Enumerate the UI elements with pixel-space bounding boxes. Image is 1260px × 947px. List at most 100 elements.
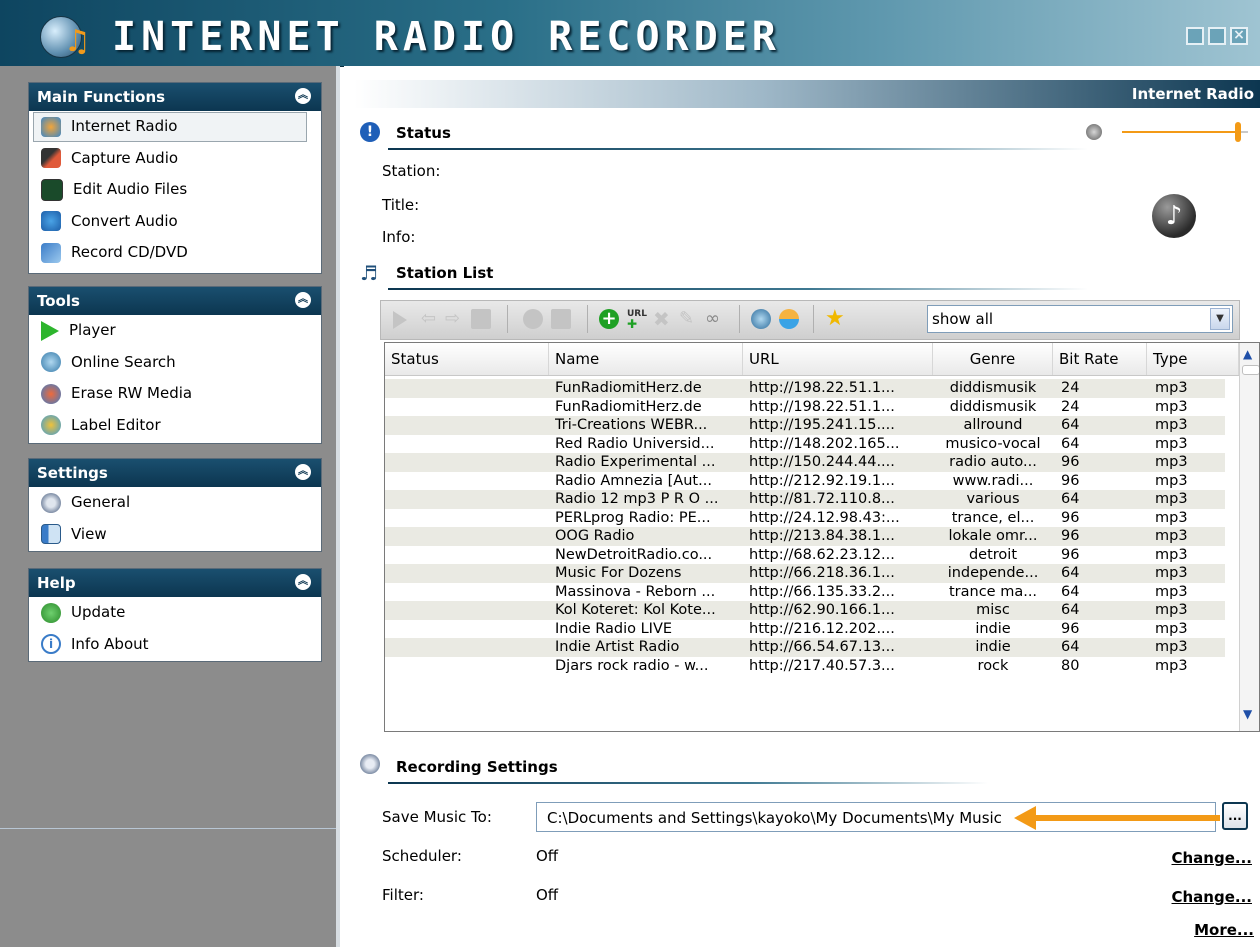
back-arrow-icon[interactable]: ⇦ — [421, 309, 441, 329]
vertical-scrollbar[interactable]: ▲ ▼ — [1239, 343, 1259, 731]
cell-bit-rate: 80 — [1061, 657, 1080, 674]
cell-type: mp3 — [1155, 565, 1188, 581]
status-section-title: Status — [396, 124, 451, 142]
sidebar-item-label: Edit Audio Files — [73, 180, 188, 198]
link-icon[interactable]: ∞ — [705, 309, 725, 329]
add-url-icon[interactable]: URL ✚ — [627, 309, 647, 330]
scheduler-value: Off — [536, 847, 559, 865]
table-row[interactable]: Radio Amnezia [Aut... http://212.92.19.1.… — [385, 472, 1225, 491]
sidebar-item-convert-audio[interactable]: Convert Audio — [29, 206, 321, 238]
table-row[interactable]: Massinova - Reborn ... http://66.135.33.2… — [385, 583, 1225, 602]
cell-genre: lokale omr... — [948, 528, 1038, 544]
panel-header-main-functions[interactable]: Main Functions ︽ — [29, 83, 321, 111]
station-label: Station: — [382, 162, 441, 180]
column-header-bit-rate[interactable]: Bit Rate — [1053, 343, 1147, 375]
sidebar-item-view[interactable]: View — [29, 519, 321, 551]
volume-slider-thumb[interactable] — [1234, 122, 1241, 142]
delete-icon[interactable]: ✖ — [653, 309, 673, 329]
minimize-button[interactable] — [1186, 27, 1204, 45]
panel-header-tools[interactable]: Tools ︽ — [29, 287, 321, 315]
browse-button[interactable]: ... — [1222, 802, 1248, 830]
add-station-icon[interactable]: + — [599, 309, 619, 329]
sidebar-item-record-cd-dvd[interactable]: Record CD/DVD — [29, 237, 321, 269]
play-icon[interactable] — [393, 311, 407, 329]
collapse-chevron-icon[interactable]: ︽ — [295, 88, 311, 104]
sidebar-item-internet-radio[interactable]: Internet Radio — [29, 111, 321, 143]
table-row[interactable]: Indie Radio LIVE http://216.12.202.... ind… — [385, 620, 1225, 639]
column-header-url[interactable]: URL — [743, 343, 933, 375]
toolbar-separator — [507, 305, 508, 333]
favorite-star-icon[interactable]: ★ — [825, 308, 845, 330]
sidebar-item-info-about[interactable]: i Info About — [29, 629, 321, 661]
stop-icon[interactable] — [471, 309, 491, 329]
web-search-icon[interactable] — [751, 309, 771, 329]
info-icon: i — [41, 634, 61, 654]
table-row[interactable]: PERLprog Radio: PE... http://24.12.98.43:… — [385, 509, 1225, 528]
volume-slider[interactable] — [1122, 122, 1248, 142]
gear-icon — [360, 754, 380, 774]
column-header-status[interactable]: Status — [385, 343, 549, 375]
scroll-up-icon[interactable]: ▲ — [1243, 347, 1252, 361]
scroll-down-icon[interactable]: ▼ — [1243, 707, 1252, 721]
music-note-icon[interactable]: ♪ — [1152, 194, 1196, 238]
cell-name: FunRadiomitHerz.de — [555, 398, 702, 415]
cell-url: http://81.72.110.8... — [749, 491, 895, 507]
cell-type: mp3 — [1155, 657, 1188, 674]
scrollbar-thumb[interactable] — [1242, 365, 1259, 375]
sidebar-item-online-search[interactable]: Online Search — [29, 347, 321, 379]
table-row[interactable]: Tri-Creations WEBR... http://195.241.15..… — [385, 416, 1225, 435]
table-row[interactable]: FunRadiomitHerz.de http://198.22.51.1... d… — [385, 398, 1225, 417]
filter-change-link[interactable]: Change... — [1172, 888, 1253, 906]
cell-genre: rock — [977, 657, 1009, 674]
sidebar-item-player[interactable]: Player — [29, 315, 321, 347]
sidebar-item-label: Player — [69, 321, 116, 339]
label-editor-icon — [41, 415, 61, 435]
panel-title: Tools — [37, 292, 80, 310]
sidebar-item-update[interactable]: Update — [29, 597, 321, 629]
panel-header-help[interactable]: Help ︽ — [29, 569, 321, 597]
sidebar-item-edit-audio-files[interactable]: Edit Audio Files — [29, 174, 321, 206]
table-row[interactable]: Radio 12 mp3 P R O ... http://81.72.110.8… — [385, 490, 1225, 509]
sidebar-item-erase-rw-media[interactable]: Erase RW Media — [29, 378, 321, 410]
table-row[interactable]: Radio Experimental ... http://150.244.44.… — [385, 453, 1225, 472]
table-row[interactable]: OOG Radio http://213.84.38.1... lokale omr… — [385, 527, 1225, 546]
cell-name: Kol Koteret: Kol Kote... — [555, 602, 716, 618]
collapse-chevron-icon[interactable]: ︽ — [295, 574, 311, 590]
table-row[interactable]: Red Radio Universid... http://148.202.165… — [385, 435, 1225, 454]
table-row[interactable]: Djars rock radio - w... http://217.40.57.… — [385, 657, 1225, 676]
scheduler-change-link[interactable]: Change... — [1172, 849, 1253, 867]
table-row[interactable]: Indie Artist Radio http://66.54.67.13... i… — [385, 638, 1225, 657]
station-filter-select[interactable]: show all ▼ — [927, 305, 1233, 333]
cell-url: http://198.22.51.1... — [749, 398, 895, 415]
table-row[interactable]: Kol Koteret: Kol Kote... http://62.90.166… — [385, 601, 1225, 620]
table-row[interactable]: NewDetroitRadio.co... http://68.62.23.12.… — [385, 546, 1225, 565]
collapse-chevron-icon[interactable]: ︽ — [295, 292, 311, 308]
pause-icon[interactable] — [551, 309, 571, 329]
column-header-genre[interactable]: Genre — [933, 343, 1053, 375]
sidebar-item-label-editor[interactable]: Label Editor — [29, 410, 321, 442]
column-header-name[interactable]: Name — [549, 343, 743, 375]
sidebar-item-capture-audio[interactable]: Capture Audio — [29, 143, 321, 175]
edit-link-icon[interactable]: ✎ — [679, 309, 699, 329]
maximize-button[interactable] — [1208, 27, 1226, 45]
sidebar-item-label: Capture Audio — [71, 148, 179, 167]
cell-url: http://66.218.36.1... — [749, 565, 895, 581]
panel-header-settings[interactable]: Settings ︽ — [29, 459, 321, 487]
sidebar-item-general[interactable]: General — [29, 487, 321, 519]
more-link[interactable]: More... — [1194, 921, 1254, 939]
record-icon[interactable] — [523, 309, 543, 329]
cell-bit-rate: 96 — [1061, 509, 1080, 526]
download-stations-icon[interactable] — [779, 309, 799, 329]
column-header-type[interactable]: Type — [1147, 343, 1239, 375]
sidebar-item-label: Online Search — [71, 352, 176, 371]
close-button[interactable]: × — [1230, 27, 1248, 45]
collapse-chevron-icon[interactable]: ︽ — [295, 464, 311, 480]
station-list-divider — [388, 288, 1088, 290]
forward-arrow-icon[interactable]: ⇨ — [445, 309, 465, 329]
chevron-down-icon[interactable]: ▼ — [1210, 308, 1230, 330]
speaker-icon[interactable] — [1086, 124, 1102, 140]
table-row[interactable]: FunRadiomitHerz.de http://198.22.51.1... d… — [385, 379, 1225, 398]
table-row[interactable]: Music For Dozens http://66.218.36.1... ind… — [385, 564, 1225, 583]
view-icon — [41, 524, 61, 544]
cell-name: Red Radio Universid... — [555, 435, 715, 452]
